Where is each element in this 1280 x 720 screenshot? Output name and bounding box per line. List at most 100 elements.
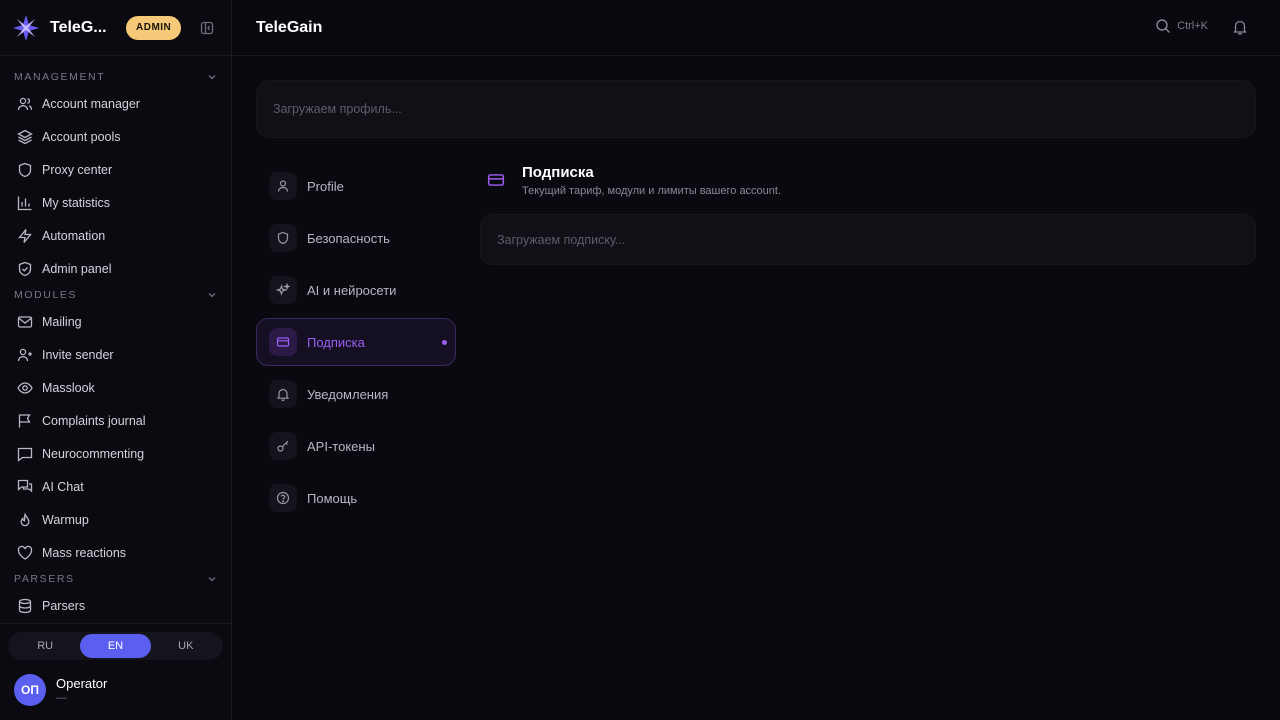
shield-icon [16,161,34,179]
sidebar-item-label: Masslook [42,380,95,395]
sidebar-item-admin-panel[interactable]: Admin panel [0,252,231,285]
settings-item-label: Profile [307,178,344,194]
profile-loading-card: Загружаем профиль... [256,80,1256,138]
brand-name: TeleG... [50,18,107,36]
sidebar-item-label: Mailing [42,314,82,329]
database-icon [16,597,34,615]
subscription-loading-card: Загружаем подписку... [480,214,1256,265]
topbar: TeleGain Ctrl+K [232,0,1280,56]
settings-item-subscription[interactable]: Подписка [256,318,456,366]
sidebar-item-proxy-center[interactable]: Proxy center [0,153,231,186]
search-button[interactable]: Ctrl+K [1155,18,1208,34]
settings-item-profile[interactable]: Profile [256,162,456,210]
settings-item-label: Уведомления [307,386,389,402]
bar-chart-icon [16,194,34,212]
chevron-down-icon [208,577,216,582]
settings-nav: Profile Безопасность AI и нейросети Подп… [256,162,456,526]
user-profile[interactable]: ОП Operator — [14,674,107,706]
help-circle-icon [269,484,297,512]
sidebar-collapse-button[interactable] [199,20,215,36]
credit-card-icon [269,328,297,356]
sidebar-item-account-pools[interactable]: Account pools [0,120,231,153]
sidebar-item-label: Account pools [42,129,121,144]
sidebar-item-label: Admin panel [42,261,112,276]
sidebar-item-warmup[interactable]: Warmup [0,503,231,536]
section-title: Подписка [522,164,594,181]
bell-icon [269,380,297,408]
chevron-down-icon [208,293,216,298]
section-parsers[interactable]: PARSERS [0,569,231,589]
sidebar-item-label: Invite sender [42,347,114,362]
sidebar-item-neurocommenting[interactable]: Neurocommenting [0,437,231,470]
settings-item-label: Безопасность [307,230,390,246]
sidebar-item-label: Mass reactions [42,545,127,560]
sidebar-item-ai-chat[interactable]: AI Chat [0,470,231,503]
user-subtitle: — [56,691,67,704]
sidebar-item-mailing[interactable]: Mailing [0,305,231,338]
settings-item-ai[interactable]: AI и нейросети [256,266,456,314]
section-management[interactable]: MANAGEMENT [0,67,231,87]
logo-icon [13,14,39,41]
sidebar-item-mass-reactions[interactable]: Mass reactions [0,536,231,569]
sidebar-item-invite-sender[interactable]: Invite sender [0,338,231,371]
avatar: ОП [14,674,46,706]
bolt-icon [16,227,34,245]
sidebar-item-complaints-journal[interactable]: Complaints journal [0,404,231,437]
heart-icon [16,544,34,562]
settings-item-help[interactable]: Помощь [256,474,456,522]
message-square-icon [16,445,34,463]
layers-icon [16,128,34,146]
user-plus-icon [16,346,34,364]
sidebar-item-my-statistics[interactable]: My statistics [0,186,231,219]
mail-icon [16,313,34,331]
users-icon [16,95,34,113]
sidebar-item-automation[interactable]: Automation [0,219,231,252]
settings-item-api-tokens[interactable]: API-токены [256,422,456,470]
settings-item-label: AI и нейросети [307,282,397,298]
sidebar: TeleG... ADMIN MANAGEMENT Account manage… [0,0,232,720]
section-title: MODULES [14,289,78,301]
chevron-down-icon [208,75,216,80]
settings-item-label: Помощь [307,490,358,506]
sidebar-item-label: Neurocommenting [42,446,145,461]
brand-header: TeleG... ADMIN [0,0,231,56]
user-icon [269,172,297,200]
lang-en-button[interactable]: EN [80,634,151,658]
key-icon [269,432,297,460]
admin-badge: ADMIN [126,15,182,40]
sidebar-item-label: Parsers [42,598,86,613]
eye-icon [16,379,34,397]
bell-icon[interactable] [1232,19,1248,35]
shield-check-icon [16,260,34,278]
messages-icon [16,478,34,496]
user-name: Operator [56,675,108,691]
language-switcher: RU EN UK [8,632,223,660]
lang-uk-button[interactable]: UK [151,634,221,658]
settings-item-security[interactable]: Безопасность [256,214,456,262]
subscription-header: Подписка Текущий тариф, модули и лимиты … [480,160,781,200]
section-subtitle: Текущий тариф, модули и лимиты вашего ac… [522,185,782,197]
lang-ru-button[interactable]: RU [10,634,80,658]
active-indicator-dot [442,340,447,345]
section-title: MANAGEMENT [14,71,106,83]
sidebar-item-label: AI Chat [42,479,84,494]
search-shortcut: Ctrl+K [1177,20,1208,32]
page-title: TeleGain [256,18,323,36]
settings-item-notifications[interactable]: Уведомления [256,370,456,418]
sidebar-item-label: Complaints journal [42,413,146,428]
shield-icon [269,224,297,252]
sidebar-item-account-manager[interactable]: Account manager [0,87,231,120]
settings-item-label: Подписка [307,334,365,350]
sidebar-nav: MANAGEMENT Account manager Account pools… [0,56,231,623]
sidebar-item-label: My statistics [42,195,111,210]
sidebar-toggle-icon [201,21,214,34]
sidebar-item-parsers[interactable]: Parsers [0,589,231,622]
settings-item-label: API-токены [307,438,375,454]
search-icon [1156,19,1171,33]
sidebar-item-label: Account manager [42,96,140,111]
sidebar-item-label: Automation [42,228,106,243]
sparkles-icon [269,276,297,304]
flame-icon [16,511,34,529]
section-modules[interactable]: MODULES [0,285,231,305]
sidebar-item-masslook[interactable]: Masslook [0,371,231,404]
